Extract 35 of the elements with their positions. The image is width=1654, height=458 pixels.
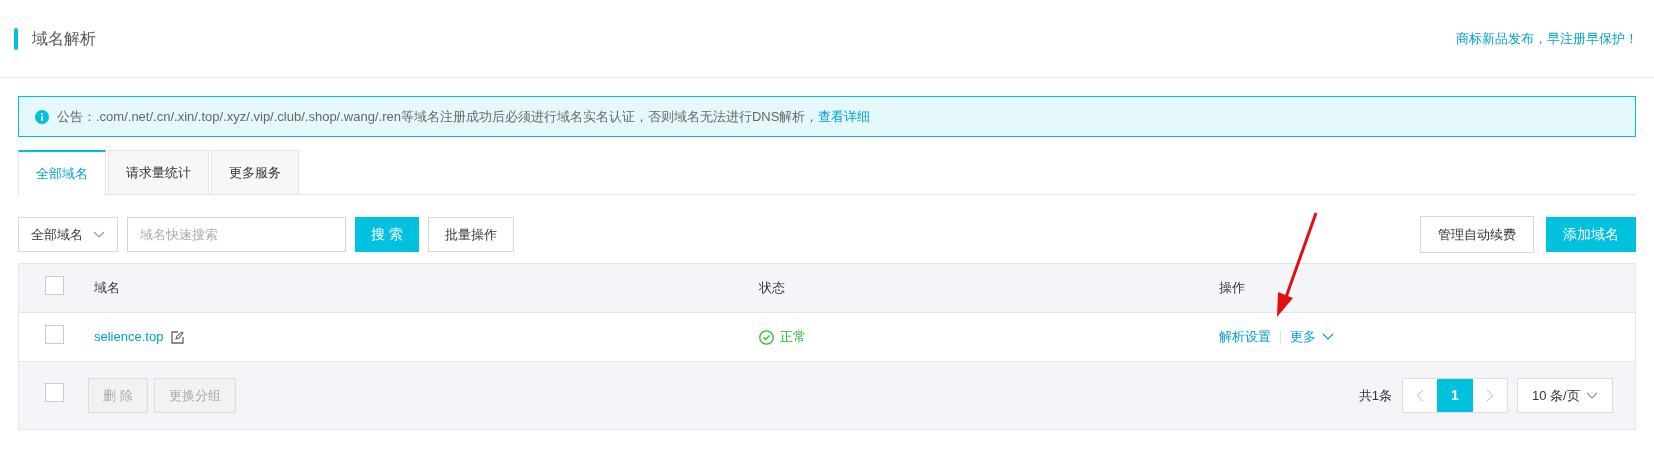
search-field[interactable]: 域名快速搜索 [127,217,346,252]
batch-button[interactable]: 批量操作 [428,217,514,252]
column-header: 操作 [1219,280,1245,296]
filter-dropdown[interactable]: 全部域名 [18,217,118,252]
notice-link[interactable]: 查看详细 [818,108,871,124]
chevron-down-icon [1586,391,1598,400]
chevron-down-icon [93,230,105,239]
info-icon [35,109,49,124]
domain-link[interactable]: selience.top [94,327,164,347]
page-size-dropdown[interactable]: 10 条/页 [1517,378,1613,413]
add-domain-button[interactable]: 添加域名 [1546,217,1636,252]
chevron-right-icon [1486,389,1494,402]
check-circle-icon [759,329,774,345]
column-header: 状态 [759,280,785,296]
more-dropdown[interactable]: 更多 [1290,327,1334,347]
tab[interactable]: 更多服务 [211,150,299,194]
auto-renew-button[interactable]: 管理自动续费 [1420,216,1534,253]
notice-text: 公告：.com/.net/.cn/.xin/.top/.xyz/.vip/.club/.shop/.wang/.ren等域名注册成功后必须进行域名实名认证，否则域名无法进行DNS解析，查看详细 [57,107,871,126]
tab[interactable]: 全部域名 [18,150,106,195]
page-title: 域名解析 [32,28,96,49]
title-accent-bar [14,27,18,50]
status-text: 正常 [780,328,806,347]
checkbox[interactable] [45,324,64,344]
edit-icon[interactable] [171,330,185,344]
checkbox[interactable] [45,275,64,295]
page-button[interactable]: 1 [1437,379,1473,412]
total-count: 共1条 [1358,386,1392,405]
tab[interactable]: 请求量统计 [108,150,209,194]
chevron-down-icon [1322,333,1334,341]
checkbox[interactable] [45,383,64,403]
column-header: 域名 [94,280,120,296]
dns-settings-link[interactable]: 解析设置 [1219,327,1271,347]
promo-link[interactable]: 商标新品发布，早注册早保护！ [1456,28,1638,49]
chevron-left-icon [1416,389,1424,402]
search-button[interactable]: 搜 索 [355,217,419,252]
